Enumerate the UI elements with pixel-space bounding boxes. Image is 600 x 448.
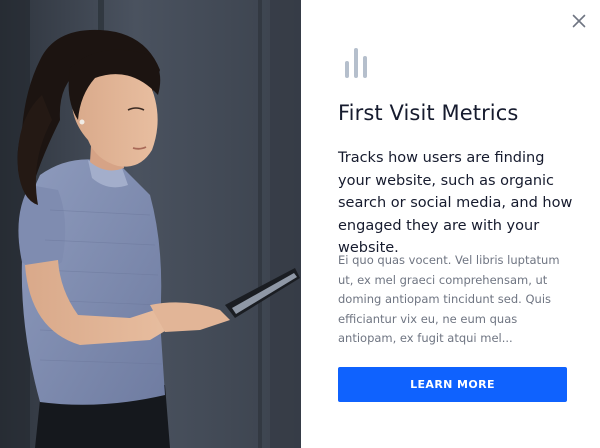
hero-photo (0, 0, 301, 448)
close-icon (572, 14, 586, 28)
modal-title: First Visit Metrics (338, 101, 519, 125)
learn-more-button[interactable]: LEARN MORE (338, 367, 567, 402)
modal-dialog: First Visit Metrics Tracks how users are… (0, 0, 600, 448)
body-description: Ei quo quas vocent. Vel libris luptatum … (338, 253, 560, 345)
modal-content: First Visit Metrics Tracks how users are… (301, 0, 600, 448)
bar-chart-icon (345, 48, 367, 78)
close-button[interactable] (568, 10, 590, 32)
lead-description: Tracks how users are finding your websit… (338, 150, 573, 256)
